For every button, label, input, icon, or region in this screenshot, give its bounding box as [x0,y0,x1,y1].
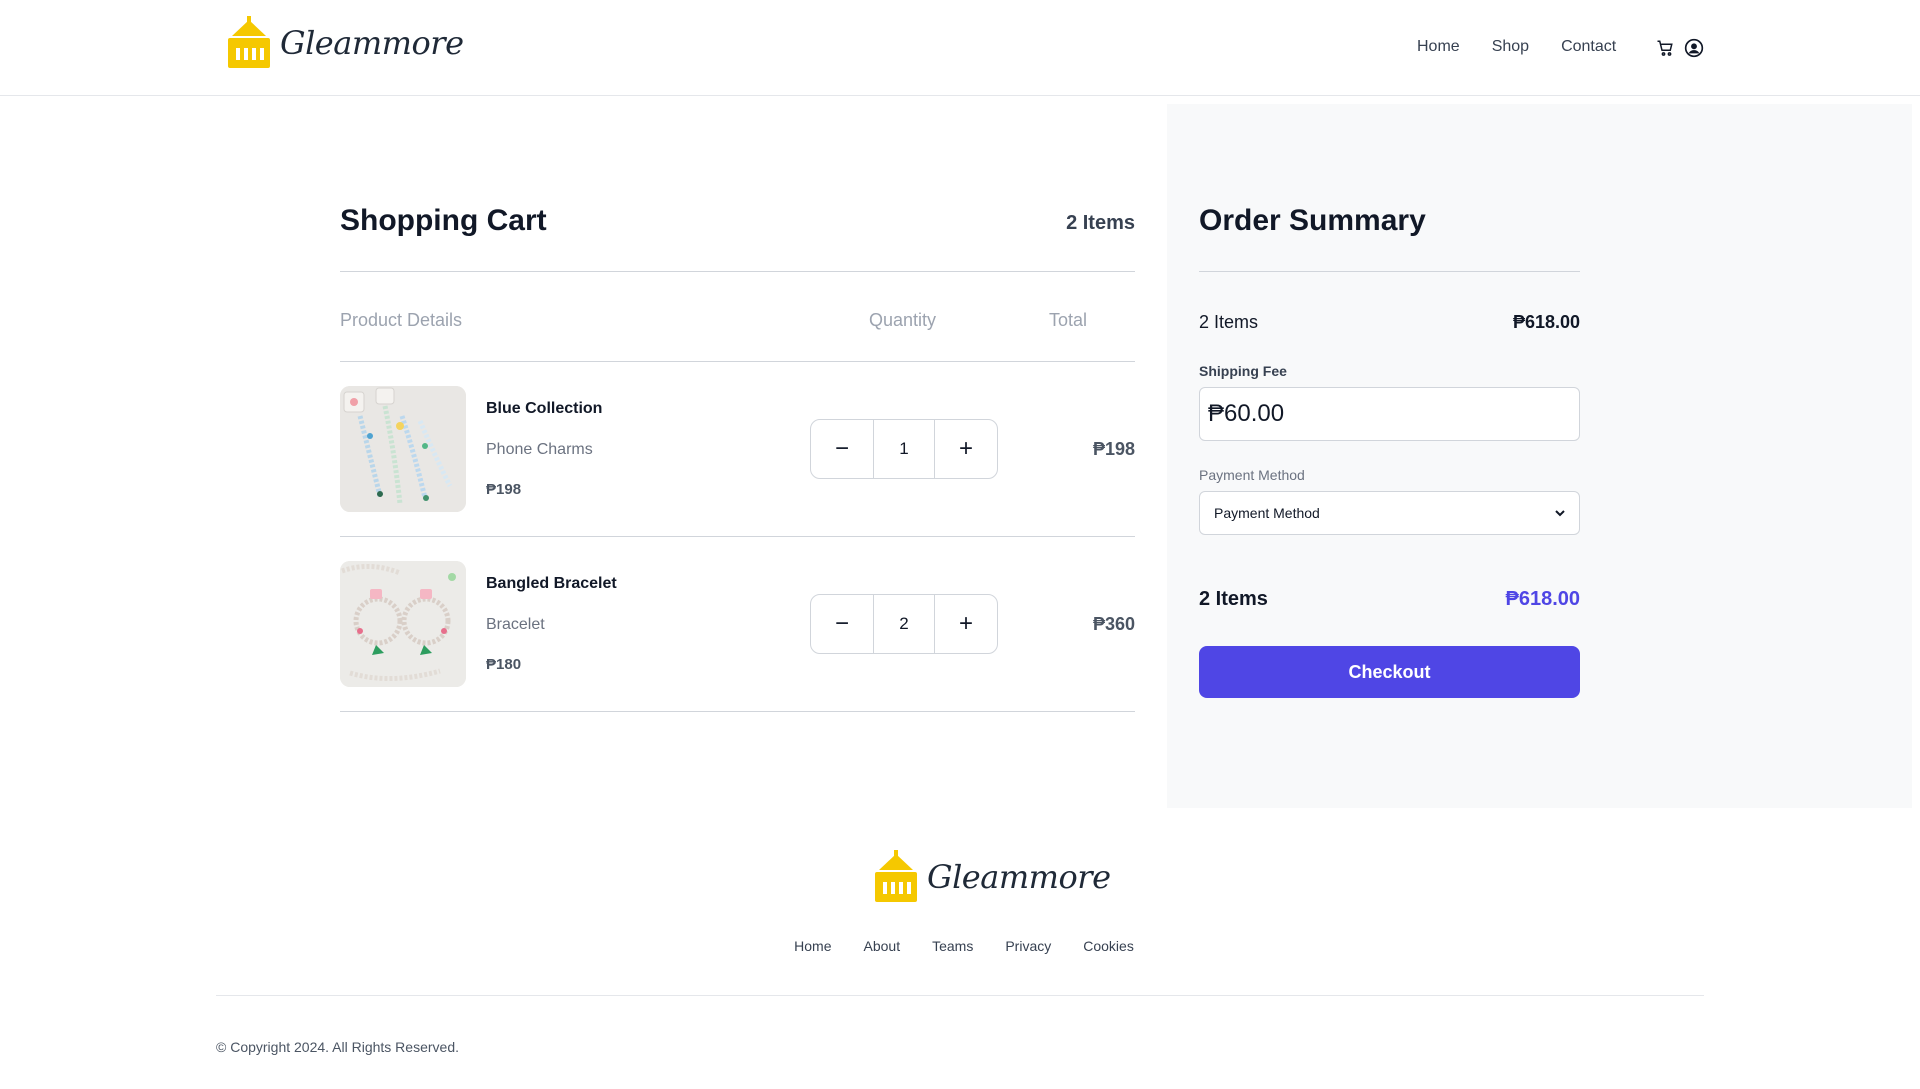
payment-method-selected: Payment Method [1214,505,1320,521]
nav-icons [1656,38,1704,58]
chevron-down-icon [1555,510,1565,517]
footer-link-home[interactable]: Home [794,938,831,954]
footer-nav: Home About Teams Privacy Cookies [0,938,1920,954]
product-category: Bracelet [486,616,545,633]
column-quantity: Quantity [869,310,937,330]
site-header: Gleammore Home Shop Contact [0,0,1920,96]
product-price: ₱198 [486,481,522,498]
payment-method-select[interactable]: Payment Method [1199,491,1580,535]
shipping-fee-label: Shipping Fee [1199,363,1287,379]
cart-header: Shopping Cart 2 Items [340,204,1135,244]
brand-name: Gleammore [927,858,1111,896]
shop-logo-icon [875,850,917,902]
product-image[interactable] [340,386,466,512]
nav-shop[interactable]: Shop [1492,38,1529,56]
main-nav: Home Shop Contact [1417,38,1616,56]
total-items-count: 2 Items [1199,588,1268,610]
column-total: Total [1049,310,1088,330]
summary-title: Order Summary [1199,204,1426,237]
decrease-quantity-button[interactable]: − [811,595,873,653]
footer-logo[interactable]: Gleammore [873,850,1111,904]
order-summary: Order Summary 2 Items ₱618.00 Shipping F… [1167,104,1912,808]
product-price: ₱180 [486,656,522,673]
summary-items-count: 2 Items [1199,312,1259,332]
decrease-quantity-button[interactable]: − [811,420,873,478]
cart-title: Shopping Cart [340,204,547,237]
footer-link-cookies[interactable]: Cookies [1083,938,1134,954]
footer-divider [216,995,1704,996]
footer-link-teams[interactable]: Teams [932,938,973,954]
brand-logo[interactable]: Gleammore [226,16,464,70]
quantity-value[interactable]: 1 [873,420,935,478]
cart-icon[interactable] [1656,39,1674,57]
nav-home[interactable]: Home [1417,38,1460,56]
quantity-stepper: − 1 + [810,419,998,479]
product-image[interactable] [340,561,466,687]
cart-item-count: 2 Items [1066,212,1135,234]
shipping-fee-input[interactable] [1199,387,1580,441]
divider [340,271,1135,272]
order-total: ₱618.00 [1505,588,1580,610]
nav-contact[interactable]: Contact [1561,38,1616,56]
cart-item-row: Bangled Bracelet Bracelet ₱180 − 2 + ₱36… [340,537,1135,712]
brand-name: Gleammore [280,24,464,62]
user-circle-icon[interactable] [1684,38,1704,58]
footer-link-about[interactable]: About [864,938,901,954]
row-total: ₱360 [1092,614,1135,634]
copyright: © Copyright 2024. All Rights Reserved. [216,1039,459,1055]
payment-method-label: Payment Method [1199,467,1305,483]
cart-item-row: Blue Collection Phone Charms ₱198 − 1 + … [340,362,1135,537]
product-category: Phone Charms [486,441,593,458]
checkout-button[interactable]: Checkout [1199,646,1580,698]
product-name[interactable]: Bangled Bracelet [486,575,617,593]
increase-quantity-button[interactable]: + [935,420,997,478]
shop-logo-icon [228,16,270,68]
footer-link-privacy[interactable]: Privacy [1005,938,1051,954]
divider [340,711,1135,712]
product-name[interactable]: Blue Collection [486,400,602,418]
increase-quantity-button[interactable]: + [935,595,997,653]
row-total: ₱198 [1092,439,1135,459]
quantity-stepper: − 2 + [810,594,998,654]
column-product-details: Product Details [340,310,463,330]
divider [1199,271,1580,272]
summary-subtotal: ₱618.00 [1512,312,1580,332]
quantity-value[interactable]: 2 [873,595,935,653]
